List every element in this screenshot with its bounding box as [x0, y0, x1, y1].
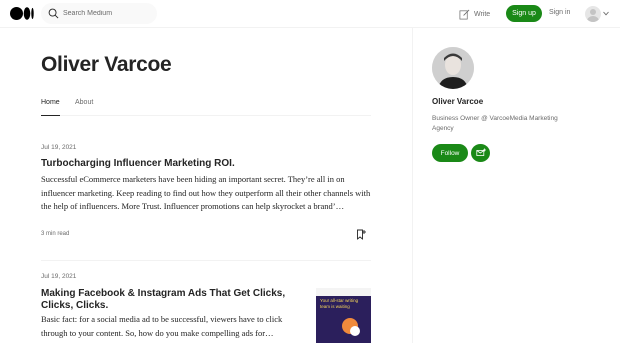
follow-button[interactable]: Follow — [432, 144, 468, 162]
user-avatar-button[interactable] — [585, 6, 601, 22]
read-time: 3 min read — [41, 231, 70, 237]
tab-about[interactable]: About — [75, 99, 93, 116]
author-bio: Business Owner @ VarcoeMedia Marketing A… — [432, 115, 558, 132]
avatar-body-shape — [587, 16, 599, 22]
thumbnail-header-strip — [316, 288, 371, 296]
tab-home[interactable]: Home — [41, 99, 60, 116]
sign-up-button[interactable]: Sign up — [506, 5, 542, 22]
author-avatar[interactable] — [432, 47, 474, 89]
sign-in-link[interactable]: Sign in — [549, 9, 570, 16]
chevron-down-icon[interactable] — [603, 11, 609, 16]
author-portrait-icon — [432, 47, 474, 89]
article-excerpt[interactable]: Successful eCommerce marketers have been… — [41, 173, 371, 214]
search-icon — [48, 8, 59, 19]
profile-tabs: Home About — [41, 98, 371, 116]
search-input[interactable] — [63, 6, 153, 21]
author-name[interactable]: Oliver Varcoe — [432, 97, 483, 106]
sign-up-label: Sign up — [512, 10, 536, 17]
write-icon — [459, 9, 470, 19]
medium-logo-icon[interactable] — [10, 7, 34, 20]
thumbnail-illustration-detail — [350, 326, 360, 336]
article-divider — [41, 260, 371, 261]
write-label: Write — [474, 10, 491, 18]
article-card[interactable]: Jul 19, 2021 Turbocharging Influencer Ma… — [41, 144, 371, 244]
thumbnail-text: Your all-star writing team is waiting — [320, 298, 359, 309]
sidebar-divider — [412, 28, 413, 343]
article-date: Jul 19, 2021 — [41, 144, 77, 151]
article-thumbnail[interactable]: Your all-star writing team is waiting — [316, 288, 371, 343]
top-navigation-bar: Write Sign up Sign in — [0, 0, 620, 28]
subscribe-button[interactable] — [471, 144, 490, 162]
article-excerpt[interactable]: Basic fact: for a social media ad to be … — [41, 313, 303, 340]
page-title: Oliver Varcoe — [41, 53, 172, 76]
article-date: Jul 19, 2021 — [41, 273, 77, 280]
search-bar[interactable] — [41, 3, 157, 24]
bookmark-icon[interactable] — [356, 229, 366, 240]
avatar-head-shape — [590, 9, 596, 15]
write-button[interactable]: Write — [459, 7, 490, 21]
subscribe-mail-plus-icon — [475, 148, 486, 156]
article-title[interactable]: Turbocharging Influencer Marketing ROI. — [41, 158, 235, 170]
article-title[interactable]: Making Facebook & Instagram Ads That Get… — [41, 288, 303, 312]
follow-label: Follow — [440, 149, 460, 157]
